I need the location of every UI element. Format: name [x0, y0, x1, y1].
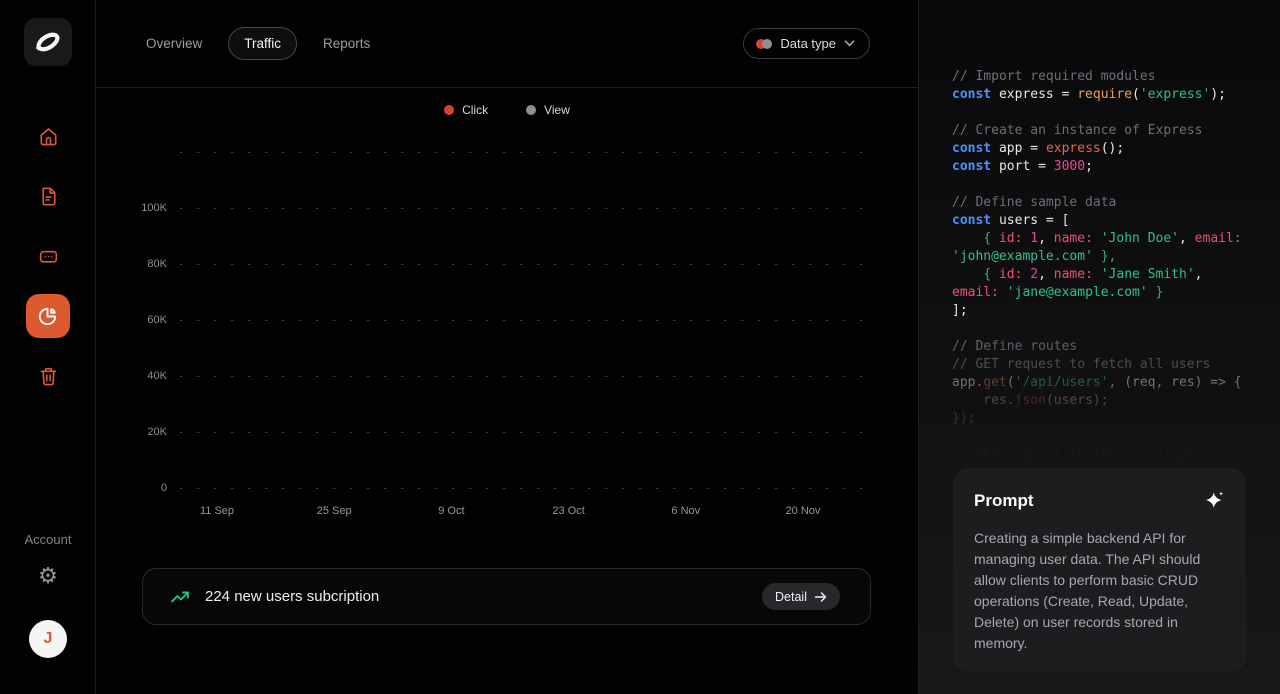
x-axis-tick: 9 Oct — [416, 505, 486, 517]
sidebar-item-card[interactable] — [26, 234, 70, 278]
code-line — [952, 104, 1274, 122]
chart-gridline — [180, 488, 876, 489]
chart-gridline — [180, 264, 876, 265]
code-line: // GET request to fetch all users — [952, 356, 1274, 374]
code-line: const express = require('express'); — [952, 86, 1274, 104]
arrow-right-icon — [814, 591, 827, 603]
code-line: app.get('/api/users', (req, res) => { — [952, 374, 1274, 392]
code-line: const app = express(); — [952, 140, 1274, 158]
y-axis-tick: 0 — [96, 481, 167, 495]
x-axis-tick: 20 Nov — [768, 505, 838, 517]
sparkle-icon — [1204, 490, 1225, 511]
chart-gridline — [180, 432, 876, 433]
trending-up-icon — [169, 586, 191, 608]
y-axis-tick: 60K — [96, 313, 167, 327]
prompt-title: Prompt — [974, 491, 1034, 511]
sidebar-item-trash[interactable] — [26, 354, 70, 398]
x-axis-tick: 25 Sep — [299, 505, 369, 517]
code-line: // GET request to fetch a single user — [952, 446, 1274, 464]
code-line: // Define routes — [952, 338, 1274, 356]
prompt-card: Prompt Creating a simple backend API for… — [953, 468, 1246, 672]
chart-gridline — [180, 376, 876, 377]
avatar[interactable]: J — [29, 620, 67, 658]
detail-button-label: Detail — [775, 590, 807, 604]
chart-gridline — [180, 320, 876, 321]
code-line: 'john@example.com' }, — [952, 248, 1274, 266]
avatar-initial: J — [44, 630, 53, 648]
y-axis-tick: 80K — [96, 257, 167, 271]
code-line: // Create an instance of Express — [952, 122, 1274, 140]
code-line: }); — [952, 410, 1274, 428]
trash-icon — [37, 365, 60, 388]
code-line: const port = 3000; — [952, 158, 1274, 176]
prompt-card-header: Prompt — [974, 490, 1225, 511]
y-axis-tick: 100K — [96, 201, 167, 215]
code-line: // Define sample data — [952, 194, 1274, 212]
detail-button[interactable]: Detail — [762, 583, 840, 610]
account-label: Account — [0, 532, 96, 547]
brand-logo[interactable] — [24, 18, 72, 66]
chart-plot: 100K 80K 60K 40K 20K 0 11 Sep 25 Sep 9 Oct 23 Oct… — [96, 0, 918, 560]
summary-card: 224 new users subcription Detail — [142, 568, 871, 625]
sidebar-nav — [0, 114, 96, 398]
card-icon — [37, 245, 60, 268]
code-line: res.json(users); — [952, 392, 1274, 410]
x-axis-tick: 23 Oct — [534, 505, 604, 517]
sidebar-item-pie-chart[interactable] — [26, 294, 70, 338]
code-line — [952, 428, 1274, 446]
brand-logo-icon — [33, 27, 63, 57]
y-axis-tick: 40K — [96, 369, 167, 383]
sidebar: Account ⚙ J — [0, 0, 96, 694]
code-line: // Import required modules — [952, 68, 1274, 86]
main-panel: Overview Traffic Reports Data type Click… — [96, 0, 918, 694]
x-axis-tick: 6 Nov — [651, 505, 721, 517]
settings-button[interactable]: ⚙ — [0, 566, 96, 588]
chart-gridline — [180, 152, 876, 153]
code-line: const users = [ — [952, 212, 1274, 230]
pie-chart-icon — [36, 304, 60, 328]
code-line: email: 'jane@example.com' } — [952, 284, 1274, 302]
gear-icon: ⚙ — [38, 566, 58, 588]
document-icon — [37, 185, 60, 208]
code-block: // Import required modulesconst express … — [952, 68, 1274, 464]
code-line: { id: 2, name: 'Jane Smith', — [952, 266, 1274, 284]
app-root: Account ⚙ J Overview Traffic Reports Dat… — [0, 0, 1280, 694]
code-line — [952, 320, 1274, 338]
home-icon — [37, 125, 60, 148]
sidebar-item-document[interactable] — [26, 174, 70, 218]
code-panel: // Import required modulesconst express … — [918, 0, 1280, 694]
code-line: { id: 1, name: 'John Doe', email: — [952, 230, 1274, 248]
chart-gridline — [180, 208, 876, 209]
code-line — [952, 176, 1274, 194]
prompt-body: Creating a simple backend API for managi… — [974, 528, 1225, 654]
code-line: ]; — [952, 302, 1274, 320]
y-axis-tick: 20K — [96, 425, 167, 439]
summary-text: 224 new users subcription — [205, 588, 379, 605]
x-axis-tick: 11 Sep — [182, 505, 252, 517]
sidebar-item-home[interactable] — [26, 114, 70, 158]
